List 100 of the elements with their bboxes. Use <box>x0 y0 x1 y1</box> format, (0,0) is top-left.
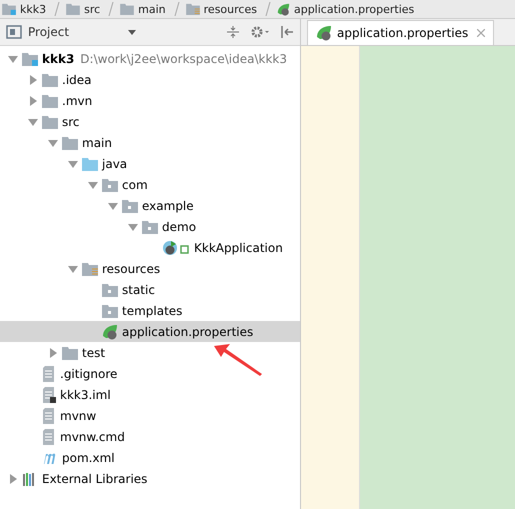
settings-icon[interactable] <box>250 25 270 39</box>
item-name: .gitignore <box>60 366 118 380</box>
file-icon <box>42 386 56 402</box>
item-name: templates <box>122 304 182 318</box>
item-name: kkk3 <box>42 52 74 66</box>
tree-item[interactable]: com <box>0 174 300 195</box>
item-name: example <box>142 198 194 212</box>
folder-icon <box>120 3 134 15</box>
tree-item[interactable]: .gitignore <box>0 363 300 384</box>
item-name: mvnw.cmd <box>60 430 125 444</box>
expand-arrow-icon[interactable] <box>68 264 78 274</box>
package-icon <box>102 178 118 192</box>
collapse-icon[interactable] <box>226 25 240 39</box>
item-name: demo <box>162 220 196 234</box>
package-icon <box>142 220 158 234</box>
breadcrumb-item[interactable]: kkk3 <box>20 2 46 16</box>
expand-arrow-icon[interactable] <box>88 180 98 190</box>
item-name: src <box>62 114 80 128</box>
item-name: KkkApplication <box>194 240 283 254</box>
tree-item[interactable]: src <box>0 111 300 132</box>
tree-item[interactable]: kkk3.iml <box>0 384 300 405</box>
tree-item[interactable]: resources <box>0 258 300 279</box>
tree-item[interactable]: application.properties <box>0 321 300 342</box>
separator-icon <box>174 2 180 16</box>
folder-icon <box>42 72 58 86</box>
close-icon[interactable] <box>477 29 486 37</box>
spring-leaf-icon <box>276 2 290 16</box>
item-name: pom.xml <box>62 450 115 464</box>
tree-item[interactable]: java <box>0 153 300 174</box>
item-name: mvnw <box>60 408 96 422</box>
folder-icon <box>62 136 78 150</box>
tree-item[interactable]: templates <box>0 300 300 321</box>
item-name: External Libraries <box>42 472 148 486</box>
collapse-arrow-icon[interactable] <box>28 96 38 106</box>
tree-item[interactable]: demo <box>0 216 300 237</box>
maven-icon <box>42 450 58 464</box>
breadcrumb-item[interactable]: resources <box>204 2 257 16</box>
item-name: resources <box>102 262 160 276</box>
folder-icon <box>66 3 80 15</box>
editor-tab[interactable]: application.properties <box>307 20 494 45</box>
tree-item[interactable]: External Libraries <box>0 468 300 489</box>
expand-arrow-icon[interactable] <box>68 158 78 168</box>
tree-item[interactable]: mvnw.cmd <box>0 426 300 447</box>
breadcrumb-item[interactable]: src <box>84 2 100 16</box>
collapse-arrow-icon[interactable] <box>8 474 18 484</box>
breadcrumb-item[interactable]: application.properties <box>294 2 414 16</box>
folder-icon <box>2 3 16 15</box>
file-icon <box>42 366 56 382</box>
resources-folder-icon <box>186 3 200 15</box>
expand-arrow-icon[interactable] <box>128 222 138 232</box>
item-name: .idea <box>62 72 92 86</box>
tree-item[interactable]: .mvn <box>0 90 300 111</box>
tab-label: application.properties <box>337 26 468 40</box>
expand-arrow-icon[interactable] <box>28 116 38 126</box>
item-name: kkk3.iml <box>60 388 111 402</box>
folder-icon <box>82 156 98 170</box>
package-icon <box>102 282 118 296</box>
folder-icon <box>42 114 58 128</box>
tree-item[interactable]: pom.xml <box>0 447 300 468</box>
separator-icon <box>108 2 114 16</box>
file-icon <box>42 428 56 444</box>
tree-item[interactable]: example <box>0 195 300 216</box>
panel-icon <box>6 24 22 40</box>
collapse-arrow-icon[interactable] <box>48 348 58 358</box>
package-icon <box>102 304 118 318</box>
dropdown-icon[interactable] <box>128 30 136 34</box>
item-name: static <box>122 282 155 296</box>
expand-arrow-icon[interactable] <box>108 200 118 210</box>
tree-item[interactable]: KkkApplication <box>0 237 300 258</box>
separator-icon <box>264 2 271 16</box>
tree-item[interactable]: kkk3 D:\work\j2ee\workspace\idea\kkk3 <box>0 48 300 69</box>
spring-leaf-icon <box>102 324 118 340</box>
item-name: main <box>82 136 112 150</box>
hide-icon[interactable] <box>280 25 294 39</box>
resources-folder-icon <box>82 262 98 276</box>
expand-arrow-icon[interactable] <box>48 138 58 148</box>
item-name: .mvn <box>62 94 92 108</box>
item-name: java <box>102 156 128 170</box>
item-path: D:\work\j2ee\workspace\idea\kkk3 <box>80 52 287 66</box>
tree-item[interactable]: test <box>0 342 300 363</box>
item-name: application.properties <box>122 324 254 338</box>
breadcrumb-item[interactable]: main <box>138 2 166 16</box>
spring-leaf-icon <box>316 25 332 41</box>
file-icon <box>42 408 56 424</box>
folder-icon <box>62 346 78 360</box>
item-name: test <box>82 346 106 360</box>
folder-icon <box>22 52 38 66</box>
expand-arrow-icon[interactable] <box>8 54 18 64</box>
tree-item[interactable]: .idea <box>0 69 300 90</box>
package-icon <box>122 198 138 212</box>
spring-class-icon <box>162 240 190 256</box>
tree-item[interactable]: static <box>0 279 300 300</box>
separator-icon <box>54 2 60 16</box>
panel-title[interactable]: Project <box>28 25 122 39</box>
tree-item[interactable]: mvnw <box>0 405 300 426</box>
collapse-arrow-icon[interactable] <box>28 74 38 84</box>
item-name: com <box>122 178 148 192</box>
tree-item[interactable]: main <box>0 132 300 153</box>
folder-icon <box>42 94 58 108</box>
annotation-arrow <box>214 344 264 376</box>
